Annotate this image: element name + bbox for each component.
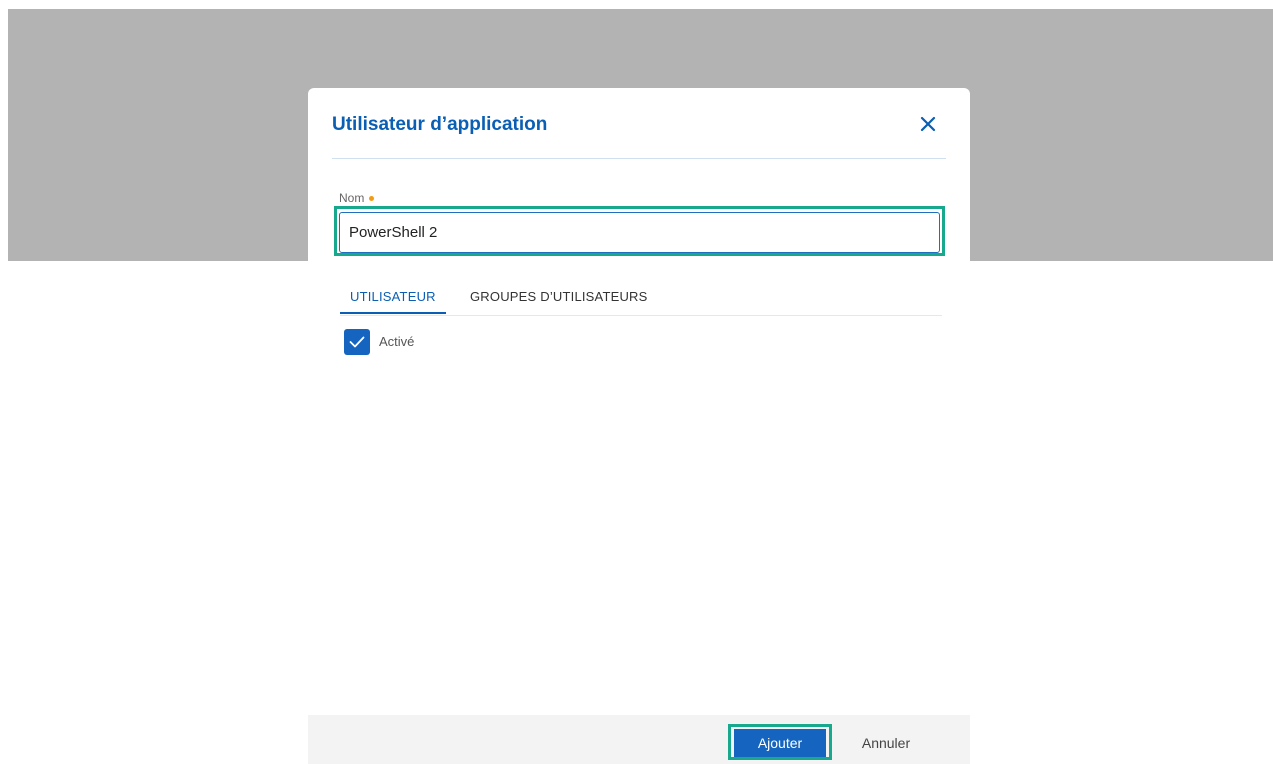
close-icon <box>920 116 936 132</box>
application-user-dialog: Utilisateur d’application Nom UTILISATEU… <box>308 88 970 764</box>
add-button[interactable]: Ajouter <box>734 729 826 757</box>
dialog-footer: Ajouter Annuler <box>308 715 970 764</box>
name-field-label: Nom <box>339 191 375 205</box>
cancel-button[interactable]: Annuler <box>846 729 926 757</box>
tab-user[interactable]: UTILISATEUR <box>340 282 446 314</box>
checkmark-icon <box>349 336 365 348</box>
title-divider <box>332 158 946 159</box>
tab-user-groups[interactable]: GROUPES D’UTILISATEURS <box>460 282 658 314</box>
tab-bar: UTILISATEUR GROUPES D’UTILISATEURS <box>340 282 942 316</box>
name-input[interactable] <box>339 212 940 253</box>
name-label-text: Nom <box>339 191 365 205</box>
dialog-title: Utilisateur d’application <box>332 114 548 135</box>
enabled-checkbox[interactable] <box>344 329 370 355</box>
enabled-label: Activé <box>379 334 415 349</box>
close-button[interactable] <box>916 112 940 136</box>
required-indicator <box>369 196 375 202</box>
